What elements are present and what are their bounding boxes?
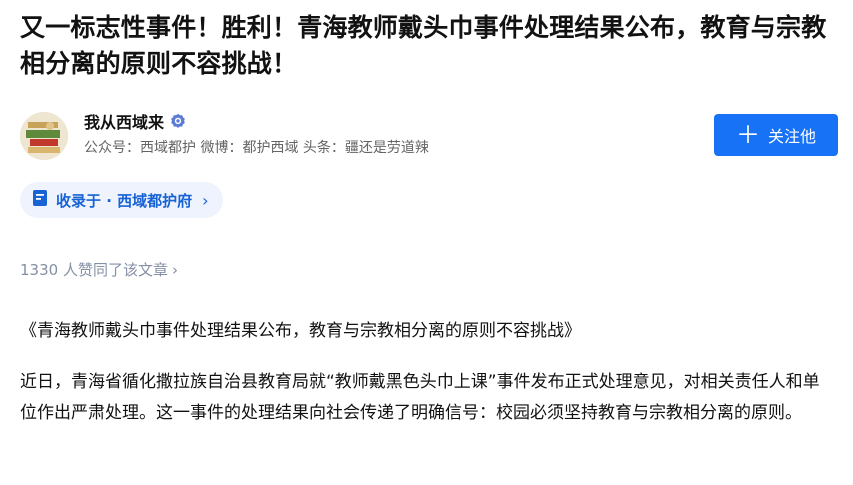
follow-label: 关注他 bbox=[767, 127, 816, 146]
article-page: 又一标志性事件！胜利！青海教师戴头巾事件处理结果公布，教育与宗教相分离的原则不容… bbox=[0, 0, 853, 485]
plus-icon: ＋ bbox=[735, 121, 760, 149]
chevron-right-icon: › bbox=[171, 260, 178, 279]
author-info: 我从西域来 公众号：西域都护 微博：都护西域 头条：疆还是劳道辣 ＋ 关注他 bbox=[20, 108, 838, 164]
article-title: 又一标志性事件！胜利！青海教师戴头巾事件处理结果公布，教育与宗教相分离的原则不容… bbox=[20, 13, 827, 78]
collection-label: 收录于 · 西域都护府 bbox=[56, 191, 193, 210]
likes-link[interactable]: 1330 人赞同了该文章 › bbox=[20, 259, 178, 280]
article-content: 《青海教师戴头巾事件处理结果公布，教育与宗教相分离的原则不容挑战》 近日，青海省… bbox=[20, 316, 835, 429]
likes-text: 1330 人赞同了该文章 bbox=[20, 261, 168, 279]
avatar-image bbox=[20, 112, 68, 160]
author-name-row: 我从西域来 bbox=[84, 109, 186, 133]
author-avatar[interactable] bbox=[20, 112, 68, 160]
content-paragraph: 近日，青海省循化撒拉族自治县教育局就“教师戴黑色头巾上课”事件发布正式处理意见，… bbox=[20, 372, 820, 423]
follow-button[interactable]: ＋ 关注他 bbox=[714, 114, 838, 156]
bookmark-icon bbox=[32, 189, 48, 211]
author-description: 公众号：西域都护 微博：都护西域 头条：疆还是劳道辣 bbox=[84, 140, 429, 156]
verified-badge-icon bbox=[170, 113, 186, 129]
collection-chip[interactable]: 收录于 · 西域都护府 › bbox=[20, 182, 223, 218]
author-name[interactable]: 我从西域来 bbox=[84, 109, 164, 133]
content-paragraph: 《青海教师戴头巾事件处理结果公布，教育与宗教相分离的原则不容挑战》 bbox=[20, 321, 581, 341]
chevron-right-icon: › bbox=[202, 190, 209, 210]
